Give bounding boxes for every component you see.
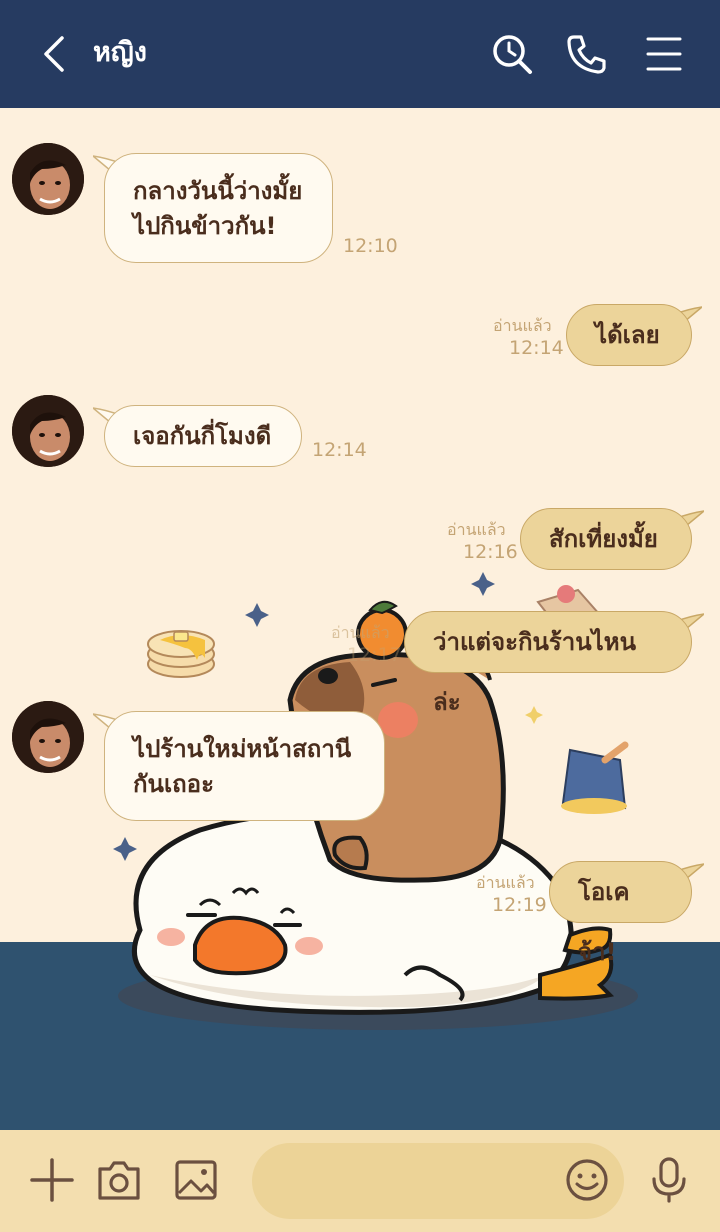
read-status: อ่านแล้ว [493, 316, 552, 335]
read-status: อ่านแล้ว [331, 623, 390, 642]
message-line: ไปกินข้าวกัน! [133, 212, 277, 240]
mic-icon[interactable] [644, 1155, 694, 1205]
message-time: 12:19 [492, 894, 547, 916]
message-time: 12:10 [343, 235, 398, 257]
message-line: กันเถอะ [133, 770, 214, 798]
contact-avatar[interactable] [12, 701, 84, 773]
contact-avatar[interactable] [12, 395, 84, 467]
message-text: ได้เลย [595, 321, 660, 349]
message-time: 12:17 [347, 644, 402, 666]
message-bubble-incoming[interactable]: กลางวันนี้ว่างมั้ย ไปกินข้าวกัน! [104, 153, 333, 263]
plus-icon[interactable] [27, 1155, 77, 1205]
avatar-photo [12, 143, 84, 215]
message-time: 12:14 [509, 337, 564, 359]
camera-icon[interactable] [94, 1155, 144, 1205]
emoji-icon[interactable] [562, 1155, 612, 1205]
read-status: อ่านแล้ว [476, 873, 535, 892]
avatar-photo [12, 395, 84, 467]
message-text: สักเที่ยงมั้ย [549, 525, 658, 553]
image-icon[interactable] [171, 1155, 221, 1205]
avatar-photo [12, 701, 84, 773]
message-time: 12:16 [463, 541, 518, 563]
message-text: เจอกันกี่โมงดี [133, 422, 272, 450]
message-bubble-incoming[interactable]: เจอกันกี่โมงดี [104, 405, 302, 467]
message-bubble-outgoing[interactable]: ว่าแต่จะกินร้านไหนล่ะ [404, 611, 692, 716]
message-bubble-outgoing[interactable]: ได้เลย [566, 304, 692, 366]
message-line: ไปร้านใหม่หน้าสถานี [133, 735, 352, 763]
read-status: อ่านแล้ว [447, 520, 506, 539]
message-bubble-outgoing[interactable]: สักเที่ยงมั้ย [520, 508, 692, 570]
message-bubble-incoming[interactable]: ไปร้านใหม่หน้าสถานี กันเถอะ [104, 711, 385, 821]
message-line: กลางวันนี้ว่างมั้ย [133, 177, 303, 205]
contact-avatar[interactable] [12, 143, 84, 215]
message-input-bar [0, 1130, 720, 1232]
message-time: 12:14 [312, 439, 367, 461]
message-bubble-outgoing[interactable]: โอเคจ้า! [549, 861, 692, 966]
